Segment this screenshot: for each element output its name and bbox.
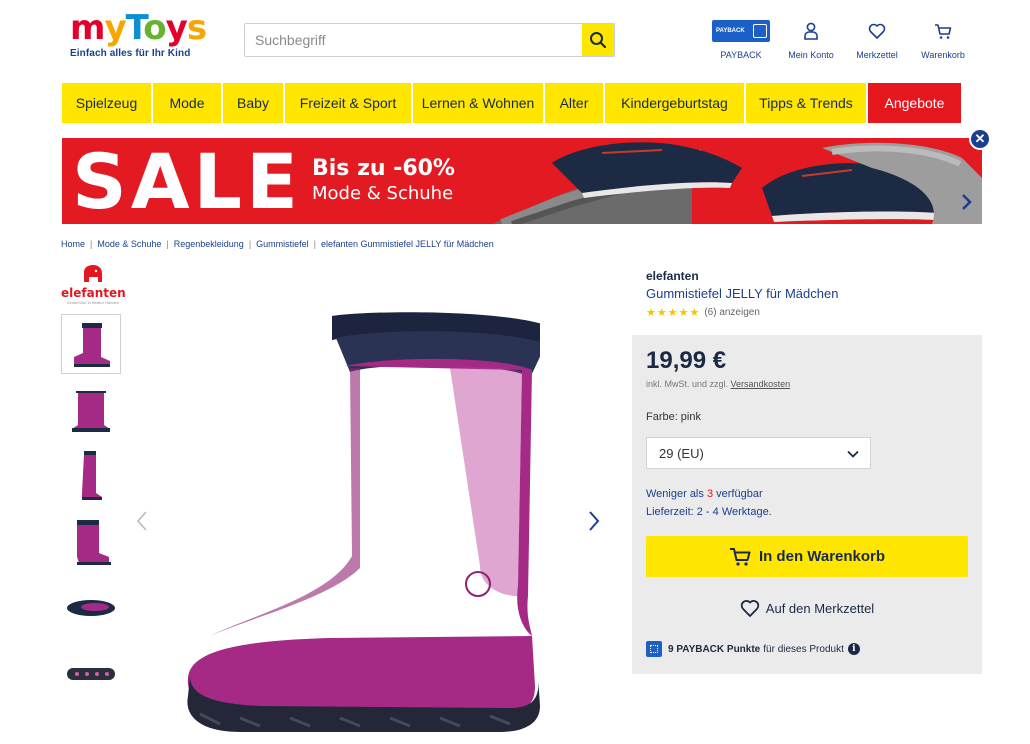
brand-logo-text: elefanten	[61, 286, 126, 300]
review-count-link[interactable]: (6) anzeigen	[704, 307, 760, 318]
account-label: Mein Konto	[788, 50, 834, 60]
wishlist-link[interactable]: Merkzettel	[844, 18, 910, 60]
breadcrumb-gummistiefel[interactable]: Gummistiefel	[256, 239, 309, 249]
sale-banner[interactable]: SALE Bis zu -60% Mode & Schuhe	[62, 138, 982, 224]
nav-spielzeug[interactable]: Spielzeug	[62, 83, 151, 123]
search-icon	[590, 32, 607, 49]
nav-freizeit-sport[interactable]: Freizeit & Sport	[285, 83, 411, 123]
search-button[interactable]	[582, 24, 614, 56]
tax-text: inkl. MwSt. und zzgl.	[646, 379, 729, 389]
thumbnail-5[interactable]	[61, 578, 121, 638]
payback-icon	[646, 641, 662, 657]
thumbnail-3[interactable]	[61, 446, 121, 506]
cart-label: Warenkorb	[921, 50, 965, 60]
thumbnail-6[interactable]	[61, 644, 121, 704]
search-bar	[244, 23, 615, 57]
brand-logo-tagline: Kinderfüße in besten Händen	[66, 300, 120, 305]
add-to-cart-button[interactable]: In den Warenkorb	[646, 536, 968, 577]
main-nav: Spielzeug Mode Baby Freizeit & Sport Ler…	[62, 83, 982, 123]
cart-link[interactable]: Warenkorb	[910, 18, 976, 60]
product-main-image[interactable]	[180, 306, 540, 736]
user-icon	[804, 22, 818, 40]
nav-angebote[interactable]: Angebote	[868, 83, 961, 123]
logo-wordmark: myToys	[70, 8, 207, 48]
nav-tipps-trends[interactable]: Tipps & Trends	[746, 83, 866, 123]
wishlist-label: Merkzettel	[856, 50, 898, 60]
nav-kindergeburtstag[interactable]: Kindergeburtstag	[605, 83, 744, 123]
elephant-icon	[84, 265, 102, 282]
banner-line2: Mode & Schuhe	[312, 183, 454, 204]
size-selected-value: 29 (EU)	[659, 445, 704, 461]
breadcrumb-regenbekleidung[interactable]: Regenbekleidung	[174, 239, 244, 249]
close-icon: ✕	[974, 131, 986, 146]
nav-alter[interactable]: Alter	[545, 83, 603, 123]
add-to-wishlist-button[interactable]: Auf den Merkzettel	[646, 599, 968, 617]
payback-points: 9 PAYBACK Punkte	[668, 643, 761, 655]
color-label: Farbe:	[646, 411, 678, 423]
avail-prefix: Weniger als	[646, 488, 704, 500]
thumbnail-1[interactable]	[61, 314, 121, 374]
size-select[interactable]: 29 (EU)	[646, 437, 871, 469]
buy-box: 19,99 € inkl. MwSt. und zzgl. Versandkos…	[632, 335, 982, 674]
payback-points-suffix: für dieses Produkt	[763, 643, 844, 655]
add-to-wishlist-label: Auf den Merkzettel	[765, 600, 875, 616]
add-to-cart-label: In den Warenkorb	[758, 548, 886, 565]
banner-line1: Bis zu -60%	[312, 156, 455, 181]
mytoys-logo[interactable]: myToys Einfach alles für Ihr Kind	[70, 10, 210, 65]
chevron-down-icon	[847, 450, 859, 458]
thumbnail-4[interactable]	[61, 512, 121, 572]
availability-info: Weniger als 3 verfügbar Lieferzeit: 2 - …	[646, 485, 772, 521]
payback-icon: PAYBACK	[712, 20, 770, 42]
breadcrumb: Home | Mode & Schuhe | Regenbekleidung | Gu…	[61, 239, 494, 249]
account-link[interactable]: Mein Konto	[778, 18, 844, 60]
header-icons: PAYBACK PAYBACK Mein Konto Merkzettel Wa…	[704, 18, 976, 60]
color-value: pink	[680, 411, 701, 423]
cart-icon	[935, 23, 952, 39]
logo-tagline: Einfach alles für Ihr Kind	[70, 48, 191, 59]
banner-next-arrow[interactable]	[958, 192, 974, 212]
rating-stars: ★★★★★	[646, 307, 701, 319]
banner-shoes-image	[492, 142, 982, 224]
product-header: elefanten Gummistiefel JELLY für Mädchen…	[646, 269, 838, 319]
nav-mode[interactable]: Mode	[153, 83, 221, 123]
search-input[interactable]	[245, 24, 582, 56]
nav-baby[interactable]: Baby	[223, 83, 283, 123]
brand-logo[interactable]: elefanten Kinderfüße in besten Händen	[61, 264, 126, 306]
breadcrumb-mode-schuhe[interactable]: Mode & Schuhe	[97, 239, 161, 249]
product-price: 19,99 €	[646, 347, 727, 374]
image-prev-arrow[interactable]	[136, 510, 148, 532]
payback-link[interactable]: PAYBACK PAYBACK	[704, 18, 778, 60]
color-info: Farbe: pink	[646, 411, 701, 423]
info-icon[interactable]: i	[847, 643, 860, 655]
heart-icon	[868, 23, 886, 39]
banner-headline: SALE	[72, 138, 302, 224]
image-next-arrow[interactable]	[588, 510, 600, 532]
banner-subtext: Bis zu -60% Mode & Schuhe	[312, 156, 455, 204]
product-title: Gummistiefel JELLY für Mädchen	[646, 286, 839, 301]
thumbnail-list	[61, 314, 121, 710]
payback-points-info: 9 PAYBACK Punkte für dieses Produkt i	[646, 641, 860, 657]
banner-close-button[interactable]: ✕	[969, 128, 991, 150]
thumbnail-2[interactable]	[61, 380, 121, 440]
shipping-cost-link[interactable]: Versandkosten	[731, 379, 791, 389]
cart-icon	[729, 547, 751, 566]
payback-label: PAYBACK	[720, 50, 762, 60]
breadcrumb-current[interactable]: elefanten Gummistiefel JELLY für Mädchen	[321, 239, 494, 249]
avail-count: 3	[706, 488, 714, 500]
product-brand[interactable]: elefanten	[646, 269, 838, 283]
tax-info: inkl. MwSt. und zzgl. Versandkosten	[646, 379, 790, 389]
delivery-time: Lieferzeit: 2 - 4 Werktage.	[646, 506, 772, 518]
breadcrumb-home[interactable]: Home	[61, 239, 85, 249]
avail-suffix: verfügbar	[716, 488, 763, 500]
heart-icon	[740, 600, 759, 617]
product-rating[interactable]: ★★★★★ (6) anzeigen	[646, 306, 838, 319]
nav-lernen-wohnen[interactable]: Lernen & Wohnen	[413, 83, 543, 123]
